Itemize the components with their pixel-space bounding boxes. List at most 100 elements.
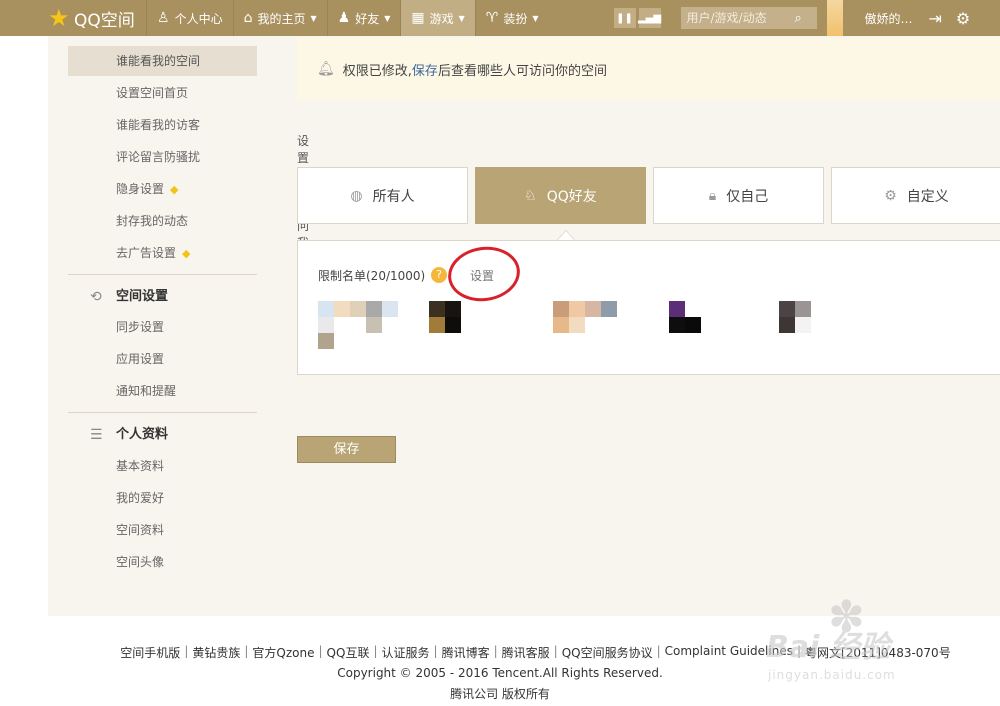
sidebar-item-label: 设置空间首页 [116, 86, 189, 100]
nav-label: 游戏 [429, 11, 454, 26]
help-icon[interactable]: ? [431, 267, 447, 283]
sidebar-item-basic-info[interactable]: 基本资料 [68, 451, 257, 481]
sidebar-item-who-can-view[interactable]: 谁能看我的空间 [68, 46, 257, 76]
footer-link[interactable]: 认证服务 [382, 644, 430, 661]
home-icon: ⌂ [243, 10, 253, 26]
pause-icon[interactable]: ❚❚ [613, 8, 636, 28]
permission-notice: 🔔︎ 权限已修改, 保存 后查看哪些人可访问你的空间 [297, 38, 1000, 100]
toolbar-icons: ❚❚ ▂▄▆ [613, 8, 661, 28]
sidebar-item-apps[interactable]: 应用设置 [68, 344, 257, 374]
sidebar-item-label: 通知和提醒 [116, 384, 177, 398]
option-label: 仅自己 [726, 188, 769, 205]
footer-link[interactable]: QQ互联 [327, 644, 370, 661]
nav-my-homepage[interactable]: ⌂ 我的主页 ▼ [232, 0, 327, 36]
shirt-icon: ♈ [485, 10, 499, 26]
signal-bars-icon[interactable]: ▂▄▆ [638, 8, 661, 28]
footer-link[interactable]: 空间手机版 [120, 644, 180, 661]
sidebar-item-label: 应用设置 [116, 352, 165, 366]
sidebar-item-label: 封存我的动态 [116, 214, 189, 228]
access-options: ◍ 所有人 ♘ QQ好友 🔒︎ 仅自己 ⚙ 自定义 [297, 167, 1000, 224]
option-qq-friends[interactable]: ♘ QQ好友 [475, 167, 646, 224]
footer-link[interactable]: 腾讯博客 [442, 644, 490, 661]
user-icon: ♙ [157, 10, 170, 26]
red-annotation-circle [444, 242, 524, 306]
nav-label: 我的主页 [257, 11, 306, 26]
sidebar-item-space-info[interactable]: 空间资料 [68, 515, 257, 545]
sidebar-item-label: 基本资料 [116, 459, 165, 473]
notice-text-rest: 后查看哪些人可访问你的空间 [437, 63, 607, 79]
yellow-diamond-icon: ◆ [182, 247, 191, 260]
sidebar-item-visitors[interactable]: 谁能看我的访客 [68, 110, 257, 140]
footer-link[interactable]: QQ空间服务协议 [562, 644, 653, 661]
gear-icon: ⚙ [884, 187, 897, 204]
sidebar-item-space-avatar[interactable]: 空间头像 [68, 547, 257, 577]
bell-icon: 🔔︎ [317, 61, 335, 77]
watermark-url: jingyan.baidu.com [768, 668, 896, 682]
nav-label: 个人中心 [174, 11, 223, 26]
sidebar-item-invisible[interactable]: 隐身设置 ◆ [68, 174, 257, 204]
friend-avatar-blurred [779, 301, 811, 333]
footer-link[interactable]: 官方Qzone [252, 644, 314, 661]
sidebar-item-sync[interactable]: 同步设置 [68, 312, 257, 342]
sidebar-item-label: 空间资料 [116, 523, 165, 537]
logout-icon[interactable]: ⇥ [929, 9, 942, 28]
sidebar-heading-space-settings: ⟲ 空间设置 [90, 285, 168, 309]
option-custom[interactable]: ⚙ 自定义 [831, 167, 1000, 224]
chevron-down-icon: ▼ [532, 13, 539, 23]
watermark-text: Bai 经验 [766, 630, 890, 665]
sidebar-item-hobbies[interactable]: 我的爱好 [68, 483, 257, 513]
heading-label: 空间设置 [116, 289, 169, 304]
sidebar-item-label: 我的爱好 [116, 491, 165, 505]
option-label: 所有人 [372, 188, 415, 205]
username[interactable]: 傲娇的… [865, 10, 915, 27]
save-button[interactable]: 保存 [297, 436, 396, 463]
nav-decorate[interactable]: ♈ 装扮 ▼ [474, 0, 549, 36]
chevron-down-icon: ▼ [458, 13, 465, 23]
sidebar-item-notifications[interactable]: 通知和提醒 [68, 376, 257, 406]
restriction-panel: 限制名单(20/1000) ? 设置 [297, 240, 1000, 375]
qzone-logo[interactable]: ★ QQ空间 [0, 0, 146, 36]
sidebar-item-label: 谁能看我的空间 [116, 54, 201, 68]
top-navigation-bar: ★ QQ空间 ♙ 个人中心 ⌂ 我的主页 ▼ ♟ 好友 ▼ ▦ 游戏 ▼ ♈ 装… [0, 0, 1000, 36]
space-settings-icon: ⟲ [90, 289, 102, 305]
grid-icon: ▦ [411, 10, 425, 26]
sidebar-item-label: 空间头像 [116, 555, 165, 569]
option-label: QQ好友 [546, 188, 597, 205]
nav-friends[interactable]: ♟ 好友 ▼ [326, 0, 401, 36]
sidebar-divider [68, 412, 257, 413]
nav-games[interactable]: ▦ 游戏 ▼ [400, 0, 475, 36]
sidebar-item-label: 去广告设置 [116, 246, 177, 260]
sidebar-divider [68, 274, 257, 275]
option-only-me[interactable]: 🔒︎ 仅自己 [653, 167, 824, 224]
lock-icon: 🔒︎ [708, 187, 717, 204]
sidebar-item-homepage[interactable]: 设置空间首页 [68, 78, 257, 108]
sidebar-item-anti-harass[interactable]: 评论留言防骚扰 [68, 142, 257, 172]
avatar[interactable] [826, 0, 843, 36]
nav-label: 装扮 [503, 11, 528, 26]
gear-icon[interactable]: ⚙ [956, 9, 970, 28]
friend-avatar-blurred [429, 301, 461, 333]
search-box[interactable]: ⌕ [680, 7, 817, 29]
sidebar-item-label: 评论留言防骚扰 [116, 150, 201, 164]
globe-icon: ◍ [350, 187, 363, 204]
footer-link[interactable]: 腾讯客服 [502, 644, 550, 661]
notice-save-link[interactable]: 保存 [412, 60, 438, 79]
option-everyone[interactable]: ◍ 所有人 [297, 167, 468, 224]
search-icon[interactable]: ⌕ [795, 11, 802, 26]
baidu-jingyan-watermark: ✽ Bai 经验 jingyan.baidu.com [760, 592, 960, 690]
nav-label: 好友 [355, 11, 380, 26]
top-right-icons: ⇥ ⚙ [929, 9, 971, 28]
notice-text: 权限已修改, [342, 63, 412, 79]
chevron-down-icon: ▼ [384, 13, 391, 23]
friend-avatar-blurred [669, 301, 701, 333]
qq-penguin-icon: ♘ [524, 187, 537, 204]
settings-page: 谁能看我的空间 设置空间首页 谁能看我的访客 评论留言防骚扰 隐身设置 ◆ 封存我… [48, 36, 1000, 616]
sidebar-heading-profile: ☰ 个人资料 [90, 423, 168, 447]
sidebar-item-remove-ads[interactable]: 去广告设置 ◆ [68, 238, 257, 268]
footer-link[interactable]: 黄钻贵族 [192, 644, 240, 661]
nav-personal-center[interactable]: ♙ 个人中心 [146, 0, 233, 36]
restriction-list-label: 限制名单(20/1000) [318, 269, 426, 283]
search-input[interactable] [686, 11, 795, 25]
settings-sidebar: 谁能看我的空间 设置空间首页 谁能看我的访客 评论留言防骚扰 隐身设置 ◆ 封存我… [48, 36, 272, 616]
sidebar-item-archive-feed[interactable]: 封存我的动态 [68, 206, 257, 236]
